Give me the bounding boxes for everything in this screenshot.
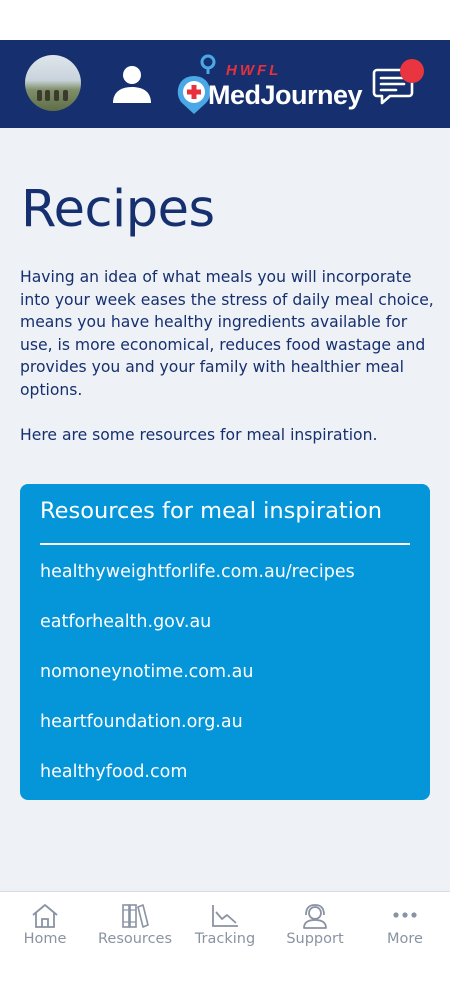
resources-card: Resources for meal inspiration healthywe…: [20, 484, 430, 800]
medjourney-logo: HWFL MedJourney: [172, 50, 367, 120]
nav-label-more: More: [387, 931, 423, 947]
nav-label-resources: Resources: [97, 931, 173, 947]
books-icon: [122, 904, 149, 928]
bottom-spacer: [0, 962, 450, 1000]
nav-label-tracking: Tracking: [194, 931, 256, 947]
more-icon: [393, 912, 417, 918]
intro-subtext: Here are some resources for meal inspira…: [20, 426, 378, 444]
nav-item-resources[interactable]: Resources: [90, 892, 180, 962]
card-title: Resources for meal inspiration: [40, 498, 383, 524]
home-icon: [32, 904, 58, 928]
notification-badge: [400, 59, 424, 83]
logo-brand-text: HWFL: [226, 62, 282, 79]
resource-link-nomoneynotime[interactable]: nomoneynotime.com.au: [40, 662, 253, 682]
intro-paragraph: Having an idea of what meals you will in…: [20, 268, 434, 399]
chart-icon: [212, 905, 238, 927]
profile-avatar[interactable]: [25, 55, 81, 111]
user-icon[interactable]: [110, 62, 154, 106]
resource-link-healthyfood[interactable]: healthyfood.com: [40, 762, 187, 782]
status-bar: [0, 0, 450, 40]
card-divider: [40, 543, 410, 545]
app-header: HWFL MedJourney: [0, 40, 450, 128]
resource-link-heartfoundation[interactable]: heartfoundation.org.au: [40, 712, 243, 732]
nav-item-home[interactable]: Home: [0, 892, 90, 962]
nav-item-more[interactable]: More: [360, 892, 450, 962]
nav-item-support[interactable]: Support: [270, 892, 360, 962]
main-content: Recipes Having an idea of what meals you…: [0, 128, 450, 891]
nav-label-home: Home: [23, 931, 67, 947]
nav-item-tracking[interactable]: Tracking: [180, 892, 270, 962]
support-icon: [303, 904, 327, 929]
page-title: Recipes: [21, 180, 215, 239]
nav-label-support: Support: [286, 931, 344, 947]
logo-name-text: MedJourney: [208, 80, 363, 110]
resource-link-eatforhealth[interactable]: eatforhealth.gov.au: [40, 612, 211, 632]
bottom-nav: Home Resources Tracking Support More: [0, 891, 450, 962]
resource-link-healthyweightforlife[interactable]: healthyweightforlife.com.au/recipes: [40, 562, 355, 582]
